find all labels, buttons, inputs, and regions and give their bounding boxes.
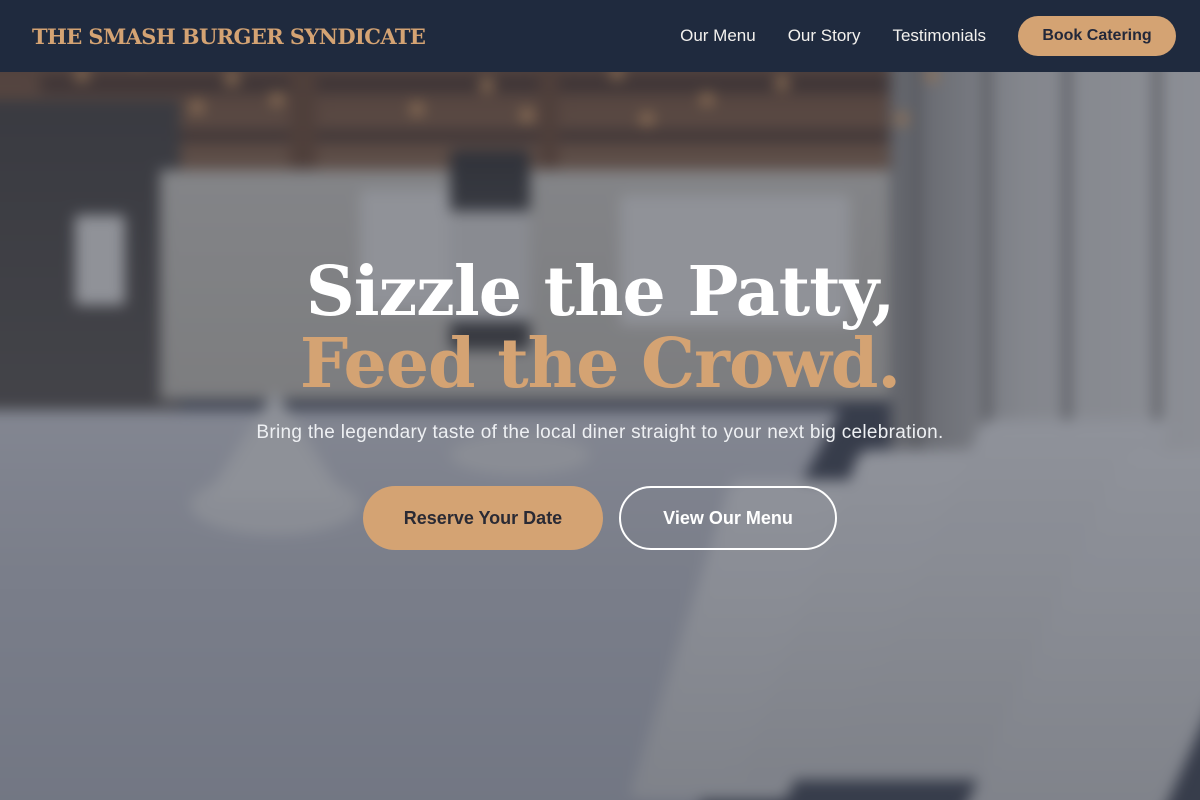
nav-link-testimonials[interactable]: Testimonials — [892, 26, 986, 46]
reserve-your-date-button[interactable]: Reserve Your Date — [363, 486, 603, 550]
view-our-menu-button[interactable]: View Our Menu — [619, 486, 837, 550]
nav-menu: Our Menu Our Story Testimonials Book Cat… — [680, 16, 1176, 56]
hero-subtitle: Bring the legendary taste of the local d… — [256, 422, 944, 443]
hero-headline-line-2: Feed the Crowd. — [299, 324, 901, 404]
book-catering-button[interactable]: Book Catering — [1018, 16, 1176, 56]
nav-link-our-story[interactable]: Our Story — [788, 26, 861, 46]
hero-headline-line-1: Sizzle the Patty, — [305, 252, 896, 332]
brand-logo[interactable]: THE SMASH BURGER SYNDICATE — [32, 24, 426, 49]
nav-link-our-menu[interactable]: Our Menu — [680, 26, 756, 46]
top-navigation-bar: THE SMASH BURGER SYNDICATE Our Menu Our … — [0, 0, 1200, 72]
hero-section: Sizzle the Patty, Feed the Crowd. Bring … — [0, 72, 1200, 800]
